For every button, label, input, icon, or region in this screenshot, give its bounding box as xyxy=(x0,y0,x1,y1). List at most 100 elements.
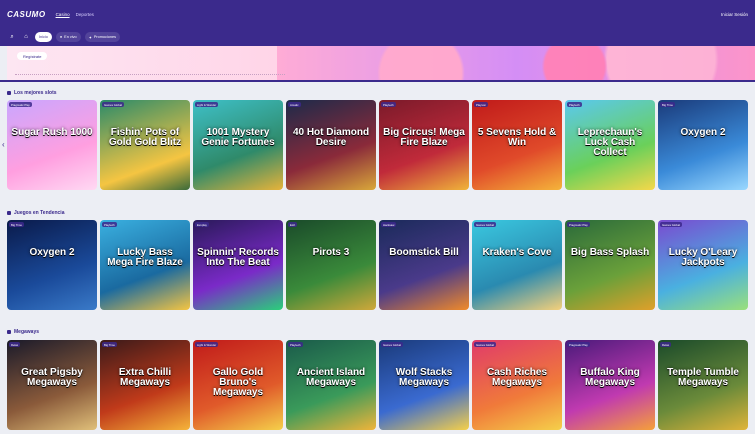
game-title: Wolf Stacks Megaways xyxy=(395,367,453,388)
game-tile[interactable]: Big Time Extra Chilli Megaways xyxy=(100,340,190,430)
carousel-megaways: Relax Great Pigsby Megaways Big Time Extra … xyxy=(7,340,755,430)
search-icon[interactable]: ⌕ xyxy=(7,32,17,42)
game-tile[interactable]: Pragmatic Play Sugar Rush 1000 xyxy=(7,100,97,190)
game-tile[interactable]: Pragmatic Play Buffalo King Megaways xyxy=(565,340,655,430)
game-title: Extra Chilli Megaways xyxy=(118,367,172,388)
game-title: Boomstick Bill xyxy=(389,247,459,258)
hero-artwork xyxy=(277,46,755,80)
game-title: Lucky O'Leary Jackpots xyxy=(668,247,738,268)
carousel-trending: Big Time Oxygen 2 Playtech Lucky Bass Mega … xyxy=(7,220,755,310)
game-tile[interactable]: Games Global Wolf Stacks Megaways xyxy=(379,340,469,430)
game-tile[interactable]: Games Global Kraken's Cove xyxy=(472,220,562,310)
game-title: Lucky Bass Mega Fire Blaze xyxy=(107,247,183,268)
provider-badge: Big Time xyxy=(660,102,675,107)
game-tile[interactable]: Light & Wonder Gallo Gold Bruno's Megaway… xyxy=(193,340,283,430)
provider-badge: Big Time xyxy=(9,222,24,227)
game-tile[interactable]: Big Time Oxygen 2 xyxy=(658,100,748,190)
register-button[interactable]: Regístrate xyxy=(17,52,48,60)
game-tile[interactable]: Amatic 40 Hot Diamond Desire xyxy=(286,100,376,190)
game-tile[interactable]: Playtech Big Circus! Mega Fire Blaze xyxy=(379,100,469,190)
game-tile[interactable]: Light & Wonder 1001 Mystery Genie Fortune… xyxy=(193,100,283,190)
game-title: Great Pigsby Megaways xyxy=(21,367,83,388)
game-tile[interactable]: Games Global Fishin' Pots of Gold Gold Bl… xyxy=(100,100,190,190)
provider-badge: Pragmatic Play xyxy=(9,102,32,107)
chevron-left-icon[interactable]: ‹ xyxy=(2,140,5,149)
game-title: Spinnin' Records Into The Beat xyxy=(197,247,279,268)
game-tile[interactable]: Games Global Lucky O'Leary Jackpots xyxy=(658,220,748,310)
game-title: Temple Tumble Megaways xyxy=(667,367,739,388)
provider-badge: Playtech xyxy=(102,222,117,227)
game-tile[interactable]: Playson 5 Sevens Hold & Win xyxy=(472,100,562,190)
game-title: Fishin' Pots of Gold Gold Blitz xyxy=(108,127,182,148)
provider-badge: Amatic xyxy=(288,102,301,107)
provider-badge: Games Global xyxy=(474,342,496,347)
megaways-icon xyxy=(7,330,11,334)
game-title: Gallo Gold Bruno's Megaways xyxy=(212,367,264,398)
provider-badge: Playson xyxy=(474,102,488,107)
sub-nav: ⌕ ⌂ Inicio ● En vivo ✦ Promociones xyxy=(0,28,755,46)
live-icon: ● xyxy=(59,35,63,39)
nav-casino[interactable]: Casino xyxy=(56,12,70,17)
provider-badge: Light & Wonder xyxy=(195,342,219,347)
game-tile[interactable]: Evoplay Spinnin' Records Into The Beat xyxy=(193,220,283,310)
game-title: Big Circus! Mega Fire Blaze xyxy=(383,127,465,148)
game-title: Buffalo King Megaways xyxy=(580,367,640,388)
carousel-top-slots: Pragmatic Play Sugar Rush 1000 Games Globa… xyxy=(7,100,755,190)
game-title: Oxygen 2 xyxy=(680,127,726,138)
game-tile[interactable]: Relax Great Pigsby Megaways xyxy=(7,340,97,430)
game-title: 1001 Mystery Genie Fortunes xyxy=(201,127,275,148)
game-title: Kraken's Cove xyxy=(482,247,552,258)
game-title: 5 Sevens Hold & Win xyxy=(477,127,557,148)
game-title: Big Bass Splash xyxy=(570,247,650,258)
subnav-promociones[interactable]: ✦ Promociones xyxy=(84,32,120,42)
nav-deportes[interactable]: Deportes xyxy=(76,12,94,17)
provider-badge: Evoplay xyxy=(195,222,209,227)
provider-badge: Games Global xyxy=(381,342,403,347)
game-title: Sugar Rush 1000 xyxy=(11,127,93,138)
provider-badge: Pragmatic Play xyxy=(567,222,590,227)
provider-badge: Relax xyxy=(9,342,21,347)
game-tile[interactable]: Playtech Ancient Island Megaways xyxy=(286,340,376,430)
game-tile[interactable]: Relax Temple Tumble Megaways xyxy=(658,340,748,430)
subnav-inicio[interactable]: Inicio xyxy=(35,32,52,42)
hero-pagination xyxy=(15,74,285,76)
home-icon[interactable]: ⌂ xyxy=(21,32,31,42)
game-title: Ancient Island Megaways xyxy=(296,367,366,388)
provider-badge: Playtech xyxy=(381,102,396,107)
top-bar: CASUMO Casino Deportes Iniciar Sesión xyxy=(0,0,755,28)
login-link[interactable]: Iniciar Sesión xyxy=(721,12,748,17)
provider-badge: Playtech xyxy=(567,102,582,107)
hero-banner: Regístrate xyxy=(7,46,755,80)
game-title: Cash Riches Megaways xyxy=(486,367,548,388)
trend-icon xyxy=(7,211,11,215)
game-title: Leprechaun's Luck Cash Collect xyxy=(577,127,643,158)
provider-badge: Games Global xyxy=(102,102,124,107)
provider-badge: Hacksaw xyxy=(381,222,397,227)
slot-icon xyxy=(7,91,11,95)
section-title-top-slots[interactable]: Los mejores slots xyxy=(7,90,57,96)
game-tile[interactable]: Games Global Cash Riches Megaways xyxy=(472,340,562,430)
provider-badge: Big Time xyxy=(102,342,117,347)
game-tile[interactable]: Playtech Lucky Bass Mega Fire Blaze xyxy=(100,220,190,310)
provider-badge: Pragmatic Play xyxy=(567,342,590,347)
provider-badge: Games Global xyxy=(474,222,496,227)
game-title: 40 Hot Diamond Desire xyxy=(292,127,370,148)
game-title: Oxygen 2 xyxy=(29,247,75,258)
main-nav: Casino Deportes xyxy=(56,12,94,17)
section-title-megaways[interactable]: Megaways xyxy=(7,329,39,335)
game-tile[interactable]: Pragmatic Play Big Bass Splash xyxy=(565,220,655,310)
game-tile[interactable]: Playtech Leprechaun's Luck Cash Collect xyxy=(565,100,655,190)
gift-icon: ✦ xyxy=(88,35,92,40)
game-tile[interactable]: Big Time Oxygen 2 xyxy=(7,220,97,310)
casumo-logo[interactable]: CASUMO xyxy=(7,10,46,19)
hero-divider xyxy=(0,80,755,82)
provider-badge: Light & Wonder xyxy=(195,102,219,107)
game-title: Pirots 3 xyxy=(312,247,350,258)
section-title-trending[interactable]: Juegos en Tendencia xyxy=(7,210,64,216)
game-tile[interactable]: ELK Pirots 3 xyxy=(286,220,376,310)
subnav-en-vivo[interactable]: ● En vivo xyxy=(55,32,81,42)
provider-badge: ELK xyxy=(288,222,298,227)
provider-badge: Relax xyxy=(660,342,672,347)
provider-badge: Games Global xyxy=(660,222,682,227)
game-tile[interactable]: Hacksaw Boomstick Bill xyxy=(379,220,469,310)
